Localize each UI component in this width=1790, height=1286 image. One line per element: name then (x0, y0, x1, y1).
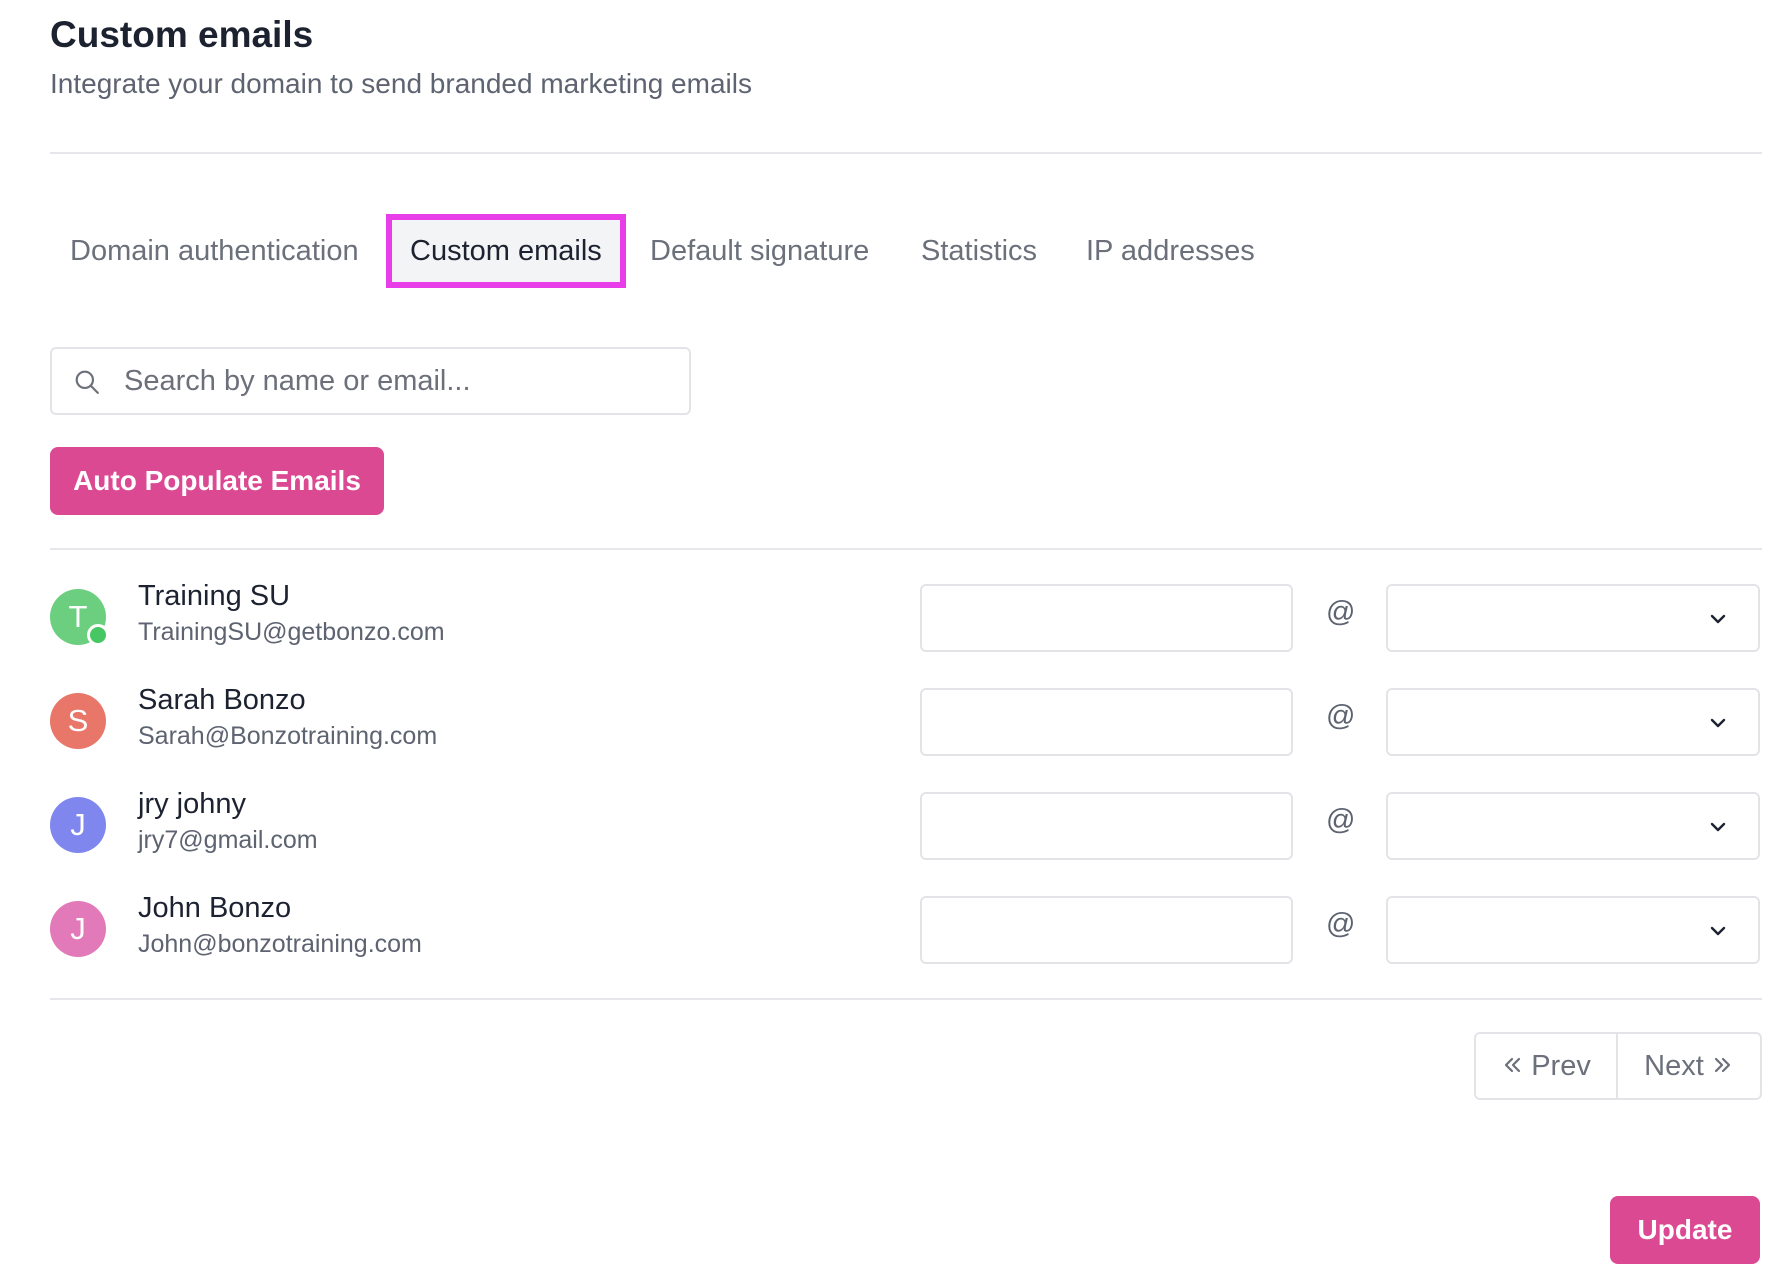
avatar: T (50, 589, 109, 646)
domain-select[interactable] (1386, 792, 1760, 860)
at-symbol: @ (1326, 700, 1356, 732)
user-row: T Training SU TrainingSU@getbonzo.com @ (50, 580, 1762, 652)
user-email: TrainingSU@getbonzo.com (138, 618, 445, 646)
chevrons-left-icon (1505, 1058, 1521, 1073)
email-prefix-input[interactable] (920, 896, 1293, 964)
page-title: Custom emails (50, 14, 314, 55)
avatar-initial: J (70, 807, 86, 842)
tab-ip-addresses[interactable]: IP addresses (1086, 214, 1255, 288)
avatar-initial: T (68, 599, 88, 634)
avatar-initial: S (67, 703, 89, 738)
list-top-divider (50, 548, 1762, 550)
at-symbol: @ (1326, 804, 1356, 836)
tab-custom-emails[interactable]: Custom emails (386, 214, 626, 288)
user-row: S Sarah Bonzo Sarah@Bonzotraining.com @ (50, 684, 1762, 756)
avatar: J (50, 901, 106, 957)
list-bottom-divider (50, 998, 1762, 1000)
search-input[interactable] (124, 359, 674, 403)
chevron-down-icon (1710, 822, 1726, 832)
chevrons-right-icon (1714, 1058, 1730, 1073)
page-subtitle: Integrate your domain to send branded ma… (50, 68, 752, 99)
user-row: J John Bonzo John@bonzotraining.com @ (50, 892, 1762, 964)
user-name: jry johny (138, 788, 246, 820)
online-status-dot (87, 624, 109, 646)
domain-select[interactable] (1386, 584, 1760, 652)
email-prefix-input[interactable] (920, 584, 1293, 652)
next-label: Next (1644, 1050, 1704, 1082)
at-symbol: @ (1326, 596, 1356, 628)
chevron-down-icon (1710, 718, 1726, 728)
user-name: John Bonzo (138, 892, 292, 924)
email-prefix-input[interactable] (920, 688, 1293, 756)
search-box (50, 347, 691, 415)
user-email: John@bonzotraining.com (138, 930, 422, 958)
user-email: jry7@gmail.com (138, 826, 318, 854)
domain-select[interactable] (1386, 896, 1760, 964)
settings-tabs: Domain authentication Custom emails Defa… (50, 214, 1762, 288)
at-symbol: @ (1326, 908, 1356, 940)
domain-select[interactable] (1386, 688, 1760, 756)
auto-populate-emails-button[interactable]: Auto Populate Emails (50, 447, 384, 515)
header-divider (50, 152, 1762, 154)
search-icon (75, 370, 99, 394)
user-row: J jry johny jry7@gmail.com @ (50, 788, 1762, 860)
avatar: J (50, 797, 106, 853)
chevron-down-icon (1710, 614, 1726, 624)
user-name: Sarah Bonzo (138, 684, 306, 716)
next-page-button[interactable]: Next (1618, 1034, 1760, 1098)
prev-label: Prev (1531, 1050, 1591, 1082)
prev-page-button[interactable]: Prev (1476, 1034, 1618, 1098)
user-name: Training SU (138, 580, 291, 612)
tab-statistics[interactable]: Statistics (921, 214, 1037, 288)
pagination: Prev Next (1474, 1032, 1762, 1100)
update-button[interactable]: Update (1610, 1196, 1760, 1264)
avatar: S (50, 693, 106, 749)
user-email: Sarah@Bonzotraining.com (138, 722, 438, 750)
email-prefix-input[interactable] (920, 792, 1293, 860)
tab-domain-authentication[interactable]: Domain authentication (70, 214, 359, 288)
chevron-down-icon (1710, 926, 1726, 936)
tab-default-signature[interactable]: Default signature (650, 214, 869, 288)
avatar-initial: J (70, 911, 86, 946)
